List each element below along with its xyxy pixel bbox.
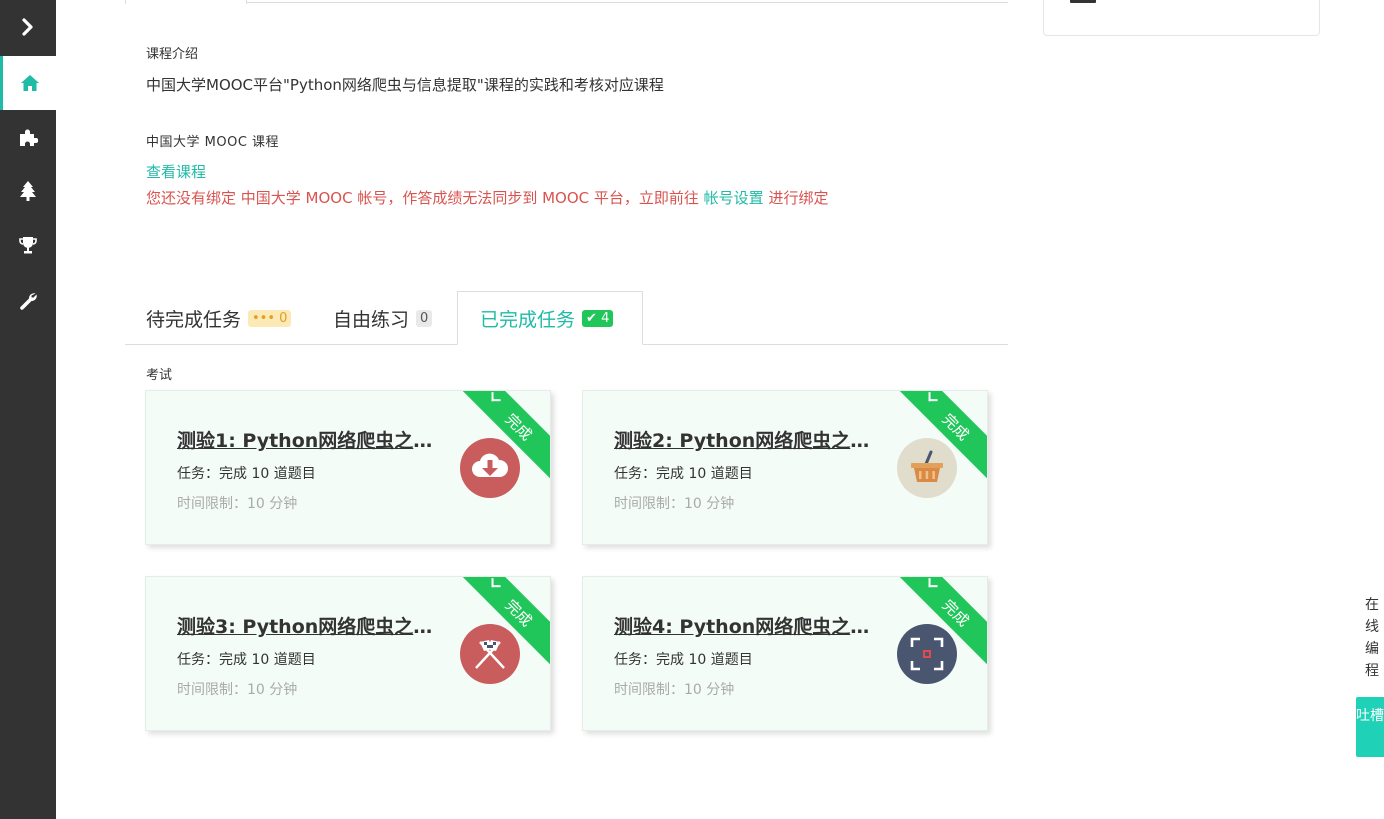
tab-free-practice[interactable]: 自由练习 0: [333, 291, 433, 345]
card-task: 任务：完成 10 道题目: [177, 466, 316, 482]
pending-count: 0: [279, 310, 288, 326]
trophy-icon: [18, 235, 38, 255]
mooc-course-label: 中国大学 MOOC 课程: [146, 135, 280, 150]
pending-count-badge: ••• 0: [248, 309, 292, 327]
tab-pending-tasks[interactable]: 待完成任务 ••• 0: [146, 291, 292, 345]
card-task: 任务：完成 10 道题目: [614, 652, 753, 668]
exam-card-2[interactable]: 测验2: Python网络爬虫之提取 任务：完成 10 道题目 时间限制：10 …: [582, 390, 988, 545]
done-count-badge: ✔ 4: [582, 309, 614, 327]
feedback-button[interactable]: 吐槽: [1356, 697, 1384, 757]
top-divider: [247, 2, 1008, 3]
mooc-bind-warning: 您还没有绑定 中国大学 MOOC 帐号，作答成绩无法同步到 MOOC 平台，立即…: [146, 187, 828, 208]
sidebar-expand-button[interactable]: [0, 0, 56, 54]
top-tab-remnant: [125, 0, 247, 4]
account-settings-link[interactable]: 帐号设置: [704, 189, 764, 207]
warning-text-after: 进行绑定: [763, 189, 829, 207]
free-count-badge: 0: [416, 309, 433, 327]
home-icon: [20, 74, 40, 92]
right-card-value: [1222, 0, 1234, 8]
exam-section-label: 考试: [146, 368, 173, 383]
exam-card-1[interactable]: 测验1: Python网络爬虫之规则 任务：完成 10 道题目 时间限制：10 …: [145, 390, 551, 545]
chevron-right-icon: [20, 18, 36, 36]
card-title[interactable]: 测验4: Python网络爬虫之框架: [614, 612, 876, 639]
course-intro-text: 中国大学MOOC平台"Python网络爬虫与信息提取"课程的实践和考核对应课程: [146, 76, 664, 94]
course-intro-label: 课程介绍: [146, 47, 199, 62]
exam-card-4[interactable]: 测验4: Python网络爬虫之框架 任务：完成 10 道题目 时间限制：10 …: [582, 576, 988, 731]
flags-icon: [460, 624, 520, 684]
card-title[interactable]: 测验3: Python网络爬虫之实战: [177, 612, 439, 639]
dots-icon: •••: [252, 310, 276, 326]
card-task: 任务：完成 10 道题目: [614, 466, 753, 482]
calendar-icon: [1070, 0, 1096, 3]
tree-icon: [19, 180, 37, 202]
card-title[interactable]: 测验1: Python网络爬虫之规则: [177, 426, 439, 453]
sidebar: [0, 0, 56, 819]
card-task: 任务：完成 10 道题目: [177, 652, 316, 668]
view-course-link[interactable]: 查看课程: [146, 161, 206, 182]
check-icon: ✔: [586, 310, 597, 326]
sidebar-item-trophy[interactable]: [0, 218, 56, 272]
done-count: 4: [601, 310, 610, 326]
exam-card-3[interactable]: 测验3: Python网络爬虫之实战 任务：完成 10 道题目 时间限制：10 …: [145, 576, 551, 731]
basket-icon: [897, 438, 957, 498]
warning-text-before: 您还没有绑定 中国大学 MOOC 帐号，作答成绩无法同步到 MOOC 平台，立即…: [146, 189, 704, 207]
sidebar-item-home[interactable]: [0, 56, 56, 110]
wrench-icon: [18, 291, 38, 311]
card-time-limit: 时间限制：10 分钟: [614, 496, 735, 512]
tab-free-label: 自由练习: [333, 308, 410, 331]
focus-frame-icon: [897, 624, 957, 684]
card-time-limit: 时间限制：10 分钟: [177, 496, 298, 512]
puzzle-icon: [18, 127, 38, 147]
card-title[interactable]: 测验2: Python网络爬虫之提取: [614, 426, 876, 453]
sidebar-item-puzzle[interactable]: [0, 110, 56, 164]
cloud-download-icon: [460, 438, 520, 498]
sidebar-item-tree[interactable]: [0, 164, 56, 218]
card-time-limit: 时间限制：10 分钟: [177, 682, 298, 698]
sidebar-item-wrench[interactable]: [0, 274, 56, 328]
tab-completed-tasks[interactable]: 已完成任务 ✔ 4: [457, 291, 643, 345]
tab-done-label: 已完成任务: [480, 308, 576, 331]
right-info-card: [1043, 0, 1320, 36]
card-time-limit: 时间限制：10 分钟: [614, 682, 735, 698]
online-coding-button[interactable]: 在线编程: [1360, 594, 1384, 682]
tab-pending-label: 待完成任务: [146, 308, 242, 331]
